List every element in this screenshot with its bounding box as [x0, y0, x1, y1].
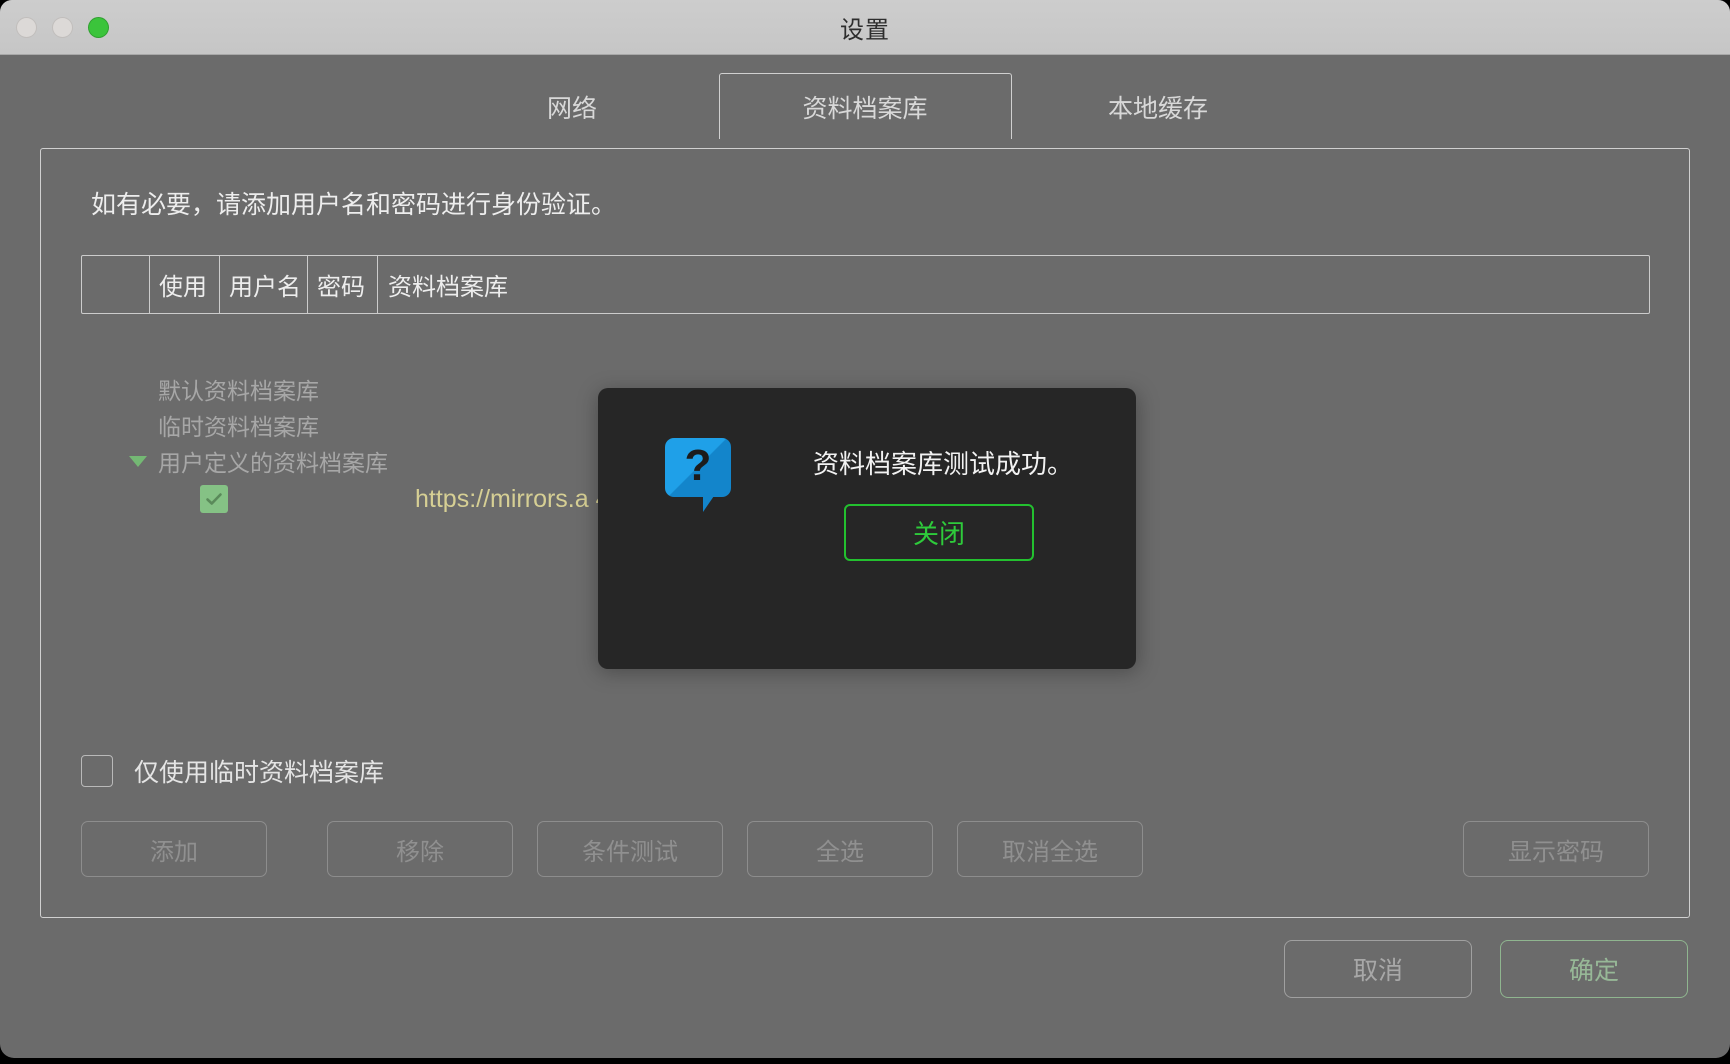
tab-network-label: 网络: [546, 94, 597, 123]
ok-button[interactable]: 确定: [1500, 940, 1688, 998]
modal-body: ? 资料档案库测试成功。 关闭: [598, 388, 1136, 578]
settings-window: 设置 网络 资料档案库 本地缓存 如有必要，请添加用户名和密码进行身份验证。 使…: [0, 0, 1730, 1058]
only-temp-repository-label: 仅使用临时资料档案库: [134, 759, 385, 787]
deselect-all-button[interactable]: 取消全选: [957, 821, 1143, 877]
select-all-button[interactable]: 全选: [747, 821, 933, 877]
titlebar: 设置: [0, 0, 1730, 55]
test-button[interactable]: 条件测试: [537, 821, 723, 877]
chevron-down-icon[interactable]: [129, 455, 147, 467]
table-header-use[interactable]: 使用: [150, 256, 220, 313]
tree-item-label: 临时资料档案库: [158, 414, 319, 440]
tab-repository-label: 资料档案库: [802, 94, 928, 123]
question-bubble-icon: ?: [665, 438, 731, 512]
table-header-username[interactable]: 用户名: [220, 256, 308, 313]
table-header-repository[interactable]: 资料档案库: [378, 256, 1649, 313]
window-controls: [16, 0, 109, 55]
add-button[interactable]: 添加: [81, 821, 267, 877]
maximize-button[interactable]: [88, 17, 109, 38]
check-icon: [206, 493, 222, 505]
remove-button[interactable]: 移除: [327, 821, 513, 877]
tab-repository[interactable]: 资料档案库: [718, 73, 1012, 142]
show-password-button[interactable]: 显示密码: [1463, 821, 1649, 877]
modal-message: 资料档案库测试成功。: [812, 449, 1073, 479]
test-result-dialog: ? 资料档案库测试成功。 关闭: [598, 388, 1136, 669]
dialog-footer: 取消 确定: [0, 938, 1730, 1000]
cancel-button[interactable]: 取消: [1284, 940, 1472, 998]
minimize-button[interactable]: [52, 17, 73, 38]
window-title: 设置: [840, 16, 890, 44]
tree-item-label: 用户定义的资料档案库: [158, 450, 388, 476]
question-mark-glyph: ?: [684, 441, 712, 490]
modal-close-button[interactable]: 关闭: [844, 504, 1034, 561]
only-temp-repository-checkbox[interactable]: 仅使用临时资料档案库: [81, 753, 384, 789]
tab-local-cache[interactable]: 本地缓存: [1012, 73, 1305, 139]
repository-actions: 添加 移除 条件测试 全选 取消全选 显示密码: [81, 821, 1649, 877]
table-header-row: 使用 用户名 密码 资料档案库: [82, 256, 1649, 313]
repository-table: 使用 用户名 密码 资料档案库: [81, 255, 1650, 314]
checkbox-box[interactable]: [81, 755, 113, 787]
tab-local-cache-label: 本地缓存: [1107, 94, 1208, 123]
table-header-password[interactable]: 密码: [308, 256, 378, 313]
close-button[interactable]: [16, 17, 37, 38]
table-header-blank[interactable]: [82, 256, 150, 313]
tab-bar: 网络 资料档案库 本地缓存: [0, 55, 1730, 142]
row-use-checkbox[interactable]: [200, 485, 228, 513]
panel-hint: 如有必要，请添加用户名和密码进行身份验证。: [91, 191, 617, 219]
tree-item-label: 默认资料档案库: [158, 378, 319, 404]
tab-network[interactable]: 网络: [426, 73, 719, 139]
